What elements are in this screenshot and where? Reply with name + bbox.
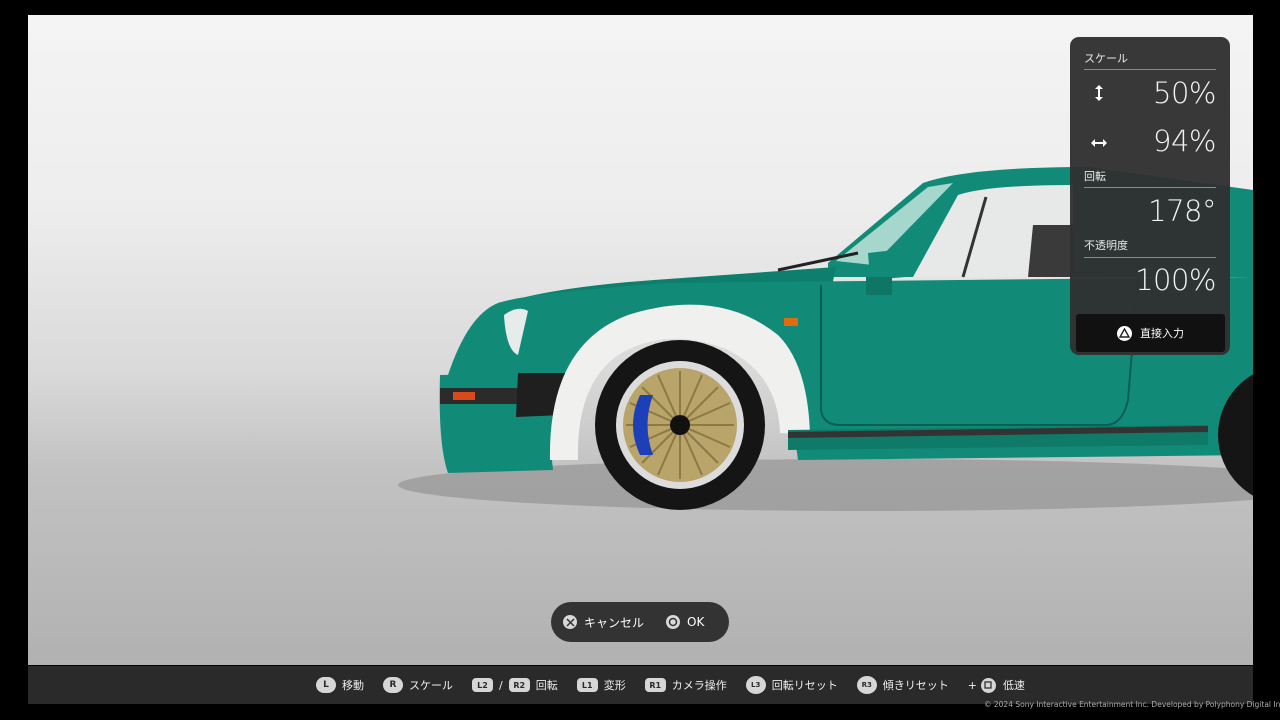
- hint-transform: L1 変形: [576, 677, 626, 693]
- controls-hint-bar: L 移動 R スケール L2 / R2 回転 L1 変形 R1 カメラ操作 L3…: [28, 666, 1253, 704]
- hint-move: L 移動: [316, 677, 364, 693]
- scale-section-label: スケール: [1084, 52, 1128, 65]
- cross-button-icon: [563, 615, 577, 629]
- copyright-notice: © 2024 Sony Interactive Entertainment In…: [984, 700, 1280, 709]
- triangle-button-icon: [1117, 325, 1132, 341]
- r-stick-icon: R: [383, 677, 403, 693]
- cancel-label: キャンセル: [584, 615, 645, 630]
- divider: [1084, 257, 1216, 258]
- opacity-value[interactable]: 100%: [1135, 263, 1216, 297]
- hint-tilt-reset: R3 傾きリセット: [856, 676, 949, 694]
- hint-rotation-reset-label: 回転リセット: [771, 679, 838, 692]
- scale-vertical-value[interactable]: 50%: [1153, 76, 1216, 110]
- hint-move-label: 移動: [342, 679, 364, 692]
- hint-tilt-reset-label: 傾きリセット: [882, 679, 949, 692]
- scale-horizontal-value[interactable]: 94%: [1153, 124, 1216, 158]
- ok-button[interactable]: OK: [666, 615, 704, 629]
- hint-rotate-separator: /: [499, 678, 503, 692]
- cancel-button[interactable]: キャンセル: [563, 614, 644, 631]
- vertical-arrow-icon: [1095, 85, 1103, 101]
- rotation-section-label: 回転: [1084, 170, 1106, 183]
- confirm-bar: キャンセル OK: [551, 602, 729, 642]
- l2-button-icon: L2: [472, 678, 493, 692]
- square-button-icon: [980, 677, 996, 693]
- direct-input-button[interactable]: 直接入力: [1076, 314, 1225, 352]
- divider: [1084, 69, 1216, 70]
- hint-slow: + 低速: [968, 677, 1025, 693]
- horizontal-arrow-icon: [1091, 139, 1107, 147]
- l1-button-icon: L1: [576, 678, 598, 692]
- hint-camera-label: カメラ操作: [671, 679, 727, 692]
- decal-adjust-panel: スケール 50% 94% 回転 178° 不透明度 100% 直接入力: [1070, 37, 1230, 355]
- hint-camera: R1 カメラ操作: [644, 677, 727, 693]
- hint-rotate-label: 回転: [535, 679, 558, 692]
- l-stick-icon: L: [316, 677, 336, 693]
- hint-slow-plus: +: [967, 678, 977, 692]
- ok-label: OK: [687, 615, 705, 629]
- circle-button-icon: [666, 615, 681, 629]
- r3-button-icon: R3: [856, 676, 877, 694]
- r1-button-icon: R1: [644, 678, 666, 692]
- hint-scale-label: スケール: [409, 679, 453, 692]
- direct-input-label: 直接入力: [1140, 327, 1184, 340]
- hint-scale: R スケール: [383, 677, 453, 693]
- r2-button-icon: R2: [508, 678, 530, 692]
- hint-slow-label: 低速: [1002, 679, 1025, 692]
- hint-rotation-reset: L3 回転リセット: [745, 676, 838, 694]
- l3-button-icon: L3: [745, 676, 766, 694]
- opacity-section-label: 不透明度: [1084, 239, 1128, 252]
- rotation-value[interactable]: 178°: [1148, 194, 1216, 228]
- divider: [1084, 187, 1216, 188]
- hint-transform-label: 変形: [603, 679, 626, 692]
- hint-rotate: L2 / R2 回転: [472, 677, 558, 693]
